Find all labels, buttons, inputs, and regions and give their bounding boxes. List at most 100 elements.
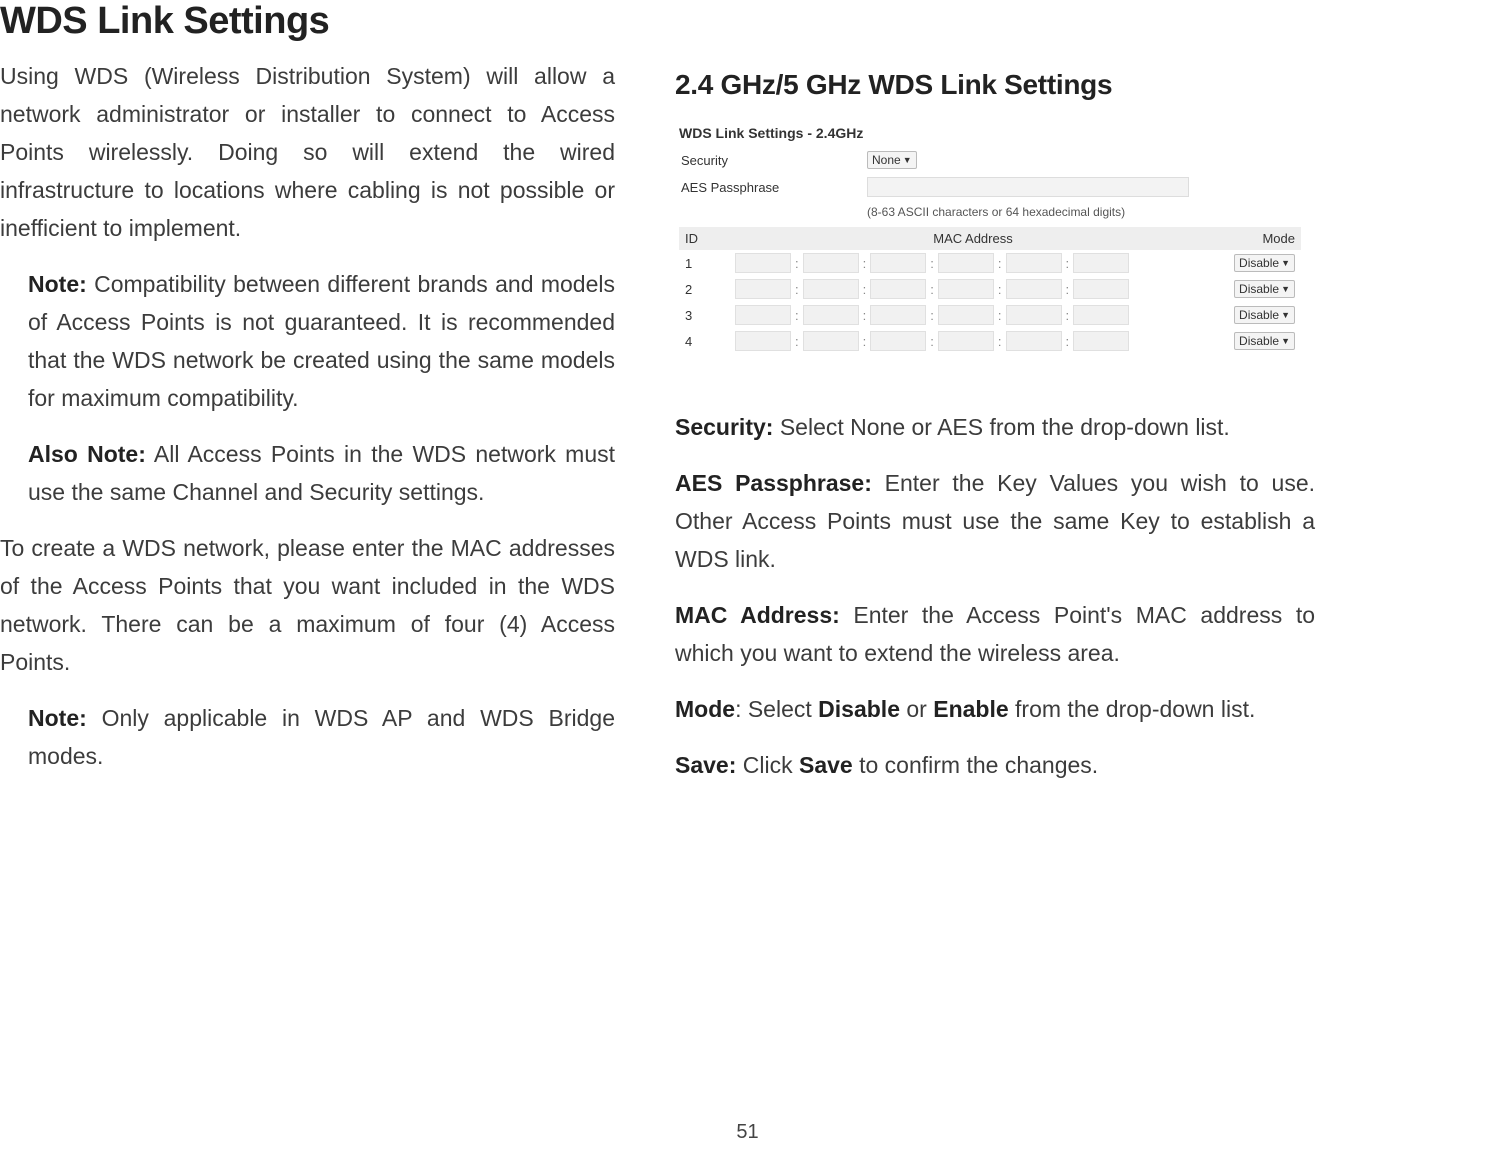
mode-cell: Disable▼ [1215,332,1301,350]
mac-octet-input[interactable] [1006,331,1062,351]
mac-octet-input[interactable] [1006,253,1062,273]
security-select-value: None [872,153,901,167]
field-desc-aes: AES Passphrase: Enter the Key Values you… [675,464,1315,578]
mode-select-value: Disable [1239,256,1279,270]
mac-octet-input[interactable] [803,279,859,299]
chevron-down-icon: ▼ [1281,336,1290,346]
chevron-down-icon: ▼ [903,155,912,165]
mac-separator: : [1064,308,1072,323]
mode-cell: Disable▼ [1215,306,1301,324]
mac-separator: : [793,334,801,349]
mac-octet-input[interactable] [870,279,926,299]
mac-separator: : [996,282,1004,297]
label: MAC Address: [675,602,840,628]
mac-octet-input[interactable] [1006,305,1062,325]
mac-separator: : [928,308,936,323]
right-column: 2.4 GHz/5 GHz WDS Link Settings WDS Link… [675,57,1315,802]
label: Save: [675,752,736,778]
mac-separator: : [1064,256,1072,271]
paragraph-intro: Using WDS (Wireless Distribution System)… [0,57,615,247]
note-applicable: Note: Only applicable in WDS AP and WDS … [0,699,615,775]
mac-separator: : [793,256,801,271]
label: Mode [675,696,735,722]
mode-select-value: Disable [1239,282,1279,296]
screenshot-title: WDS Link Settings - 2.4GHz [679,125,1301,141]
mac-octet-input[interactable] [735,331,791,351]
mode-cell: Disable▼ [1215,280,1301,298]
option-enable: Enable [933,696,1008,722]
desc: from the drop-down list. [1009,696,1256,722]
mode-select[interactable]: Disable▼ [1234,280,1295,298]
desc: : Select [735,696,818,722]
label: Security: [675,414,773,440]
mac-octet-input[interactable] [938,331,994,351]
field-desc-security: Security: Select None or AES from the dr… [675,408,1315,446]
mac-address-fields: : : : : : [731,253,1215,273]
mac-separator: : [996,308,1004,323]
mac-octet-input[interactable] [1073,331,1129,351]
mac-octet-input[interactable] [735,279,791,299]
mac-octet-input[interactable] [803,253,859,273]
mac-separator: : [928,256,936,271]
mac-octet-input[interactable] [870,253,926,273]
mac-separator: : [861,282,869,297]
mac-octet-input[interactable] [735,305,791,325]
mac-address-fields: : : : : : [731,305,1215,325]
mac-separator: : [928,282,936,297]
mac-separator: : [996,256,1004,271]
security-label: Security [681,153,859,168]
note-label: Note: [28,271,87,297]
note-compatibility: Note: Compatibility between different br… [0,265,615,417]
mac-octet-input[interactable] [803,305,859,325]
aes-label: AES Passphrase [681,180,859,195]
row-id: 4 [679,334,731,349]
mac-octet-input[interactable] [735,253,791,273]
mode-select-value: Disable [1239,334,1279,348]
mac-separator: : [861,256,869,271]
mac-octet-input[interactable] [938,253,994,273]
option-disable: Disable [818,696,900,722]
aes-row: AES Passphrase [679,173,1301,201]
page-number: 51 [736,1121,758,1144]
mac-octet-input[interactable] [1073,253,1129,273]
mode-select[interactable]: Disable▼ [1234,306,1295,324]
row-id: 2 [679,282,731,297]
mac-separator: : [996,334,1004,349]
security-select[interactable]: None▼ [867,151,917,169]
note-label-3: Note: [28,705,87,731]
table-row: 4 : : : : : Disable▼ [679,328,1301,354]
aes-passphrase-input[interactable] [867,177,1189,197]
mac-octet-input[interactable] [870,331,926,351]
mac-separator: : [861,308,869,323]
mac-separator: : [861,334,869,349]
chevron-down-icon: ▼ [1281,310,1290,320]
field-desc-mode: Mode: Select Disable or Enable from the … [675,690,1315,728]
wds-settings-screenshot: WDS Link Settings - 2.4GHz Security None… [675,119,1305,360]
security-row: Security None▼ [679,147,1301,173]
mac-octet-input[interactable] [938,305,994,325]
field-desc-mac: MAC Address: Enter the Access Point's MA… [675,596,1315,672]
table-row: 1 : : : : : Disable▼ [679,250,1301,276]
mac-octet-input[interactable] [1006,279,1062,299]
section-heading: 2.4 GHz/5 GHz WDS Link Settings [675,69,1315,101]
mode-select[interactable]: Disable▼ [1234,254,1295,272]
note-body: Compatibility between different brands a… [28,271,615,411]
mac-octet-input[interactable] [803,331,859,351]
table-header: ID MAC Address Mode [679,227,1301,250]
th-mode: Mode [1215,231,1301,246]
field-desc-save: Save: Click Save to confirm the changes. [675,746,1315,784]
mode-select[interactable]: Disable▼ [1234,332,1295,350]
mac-octet-input[interactable] [938,279,994,299]
desc: to confirm the changes. [853,752,1098,778]
desc: Select None or AES from the drop-down li… [773,414,1229,440]
mode-cell: Disable▼ [1215,254,1301,272]
mac-octet-input[interactable] [870,305,926,325]
row-id: 3 [679,308,731,323]
label: AES Passphrase: [675,470,872,496]
two-column-layout: Using WDS (Wireless Distribution System)… [0,57,1495,802]
mac-octet-input[interactable] [1073,305,1129,325]
aes-hint-row: (8-63 ASCII characters or 64 hexadecimal… [679,201,1301,223]
spacer [675,360,1315,408]
mac-octet-input[interactable] [1073,279,1129,299]
chevron-down-icon: ▼ [1281,258,1290,268]
